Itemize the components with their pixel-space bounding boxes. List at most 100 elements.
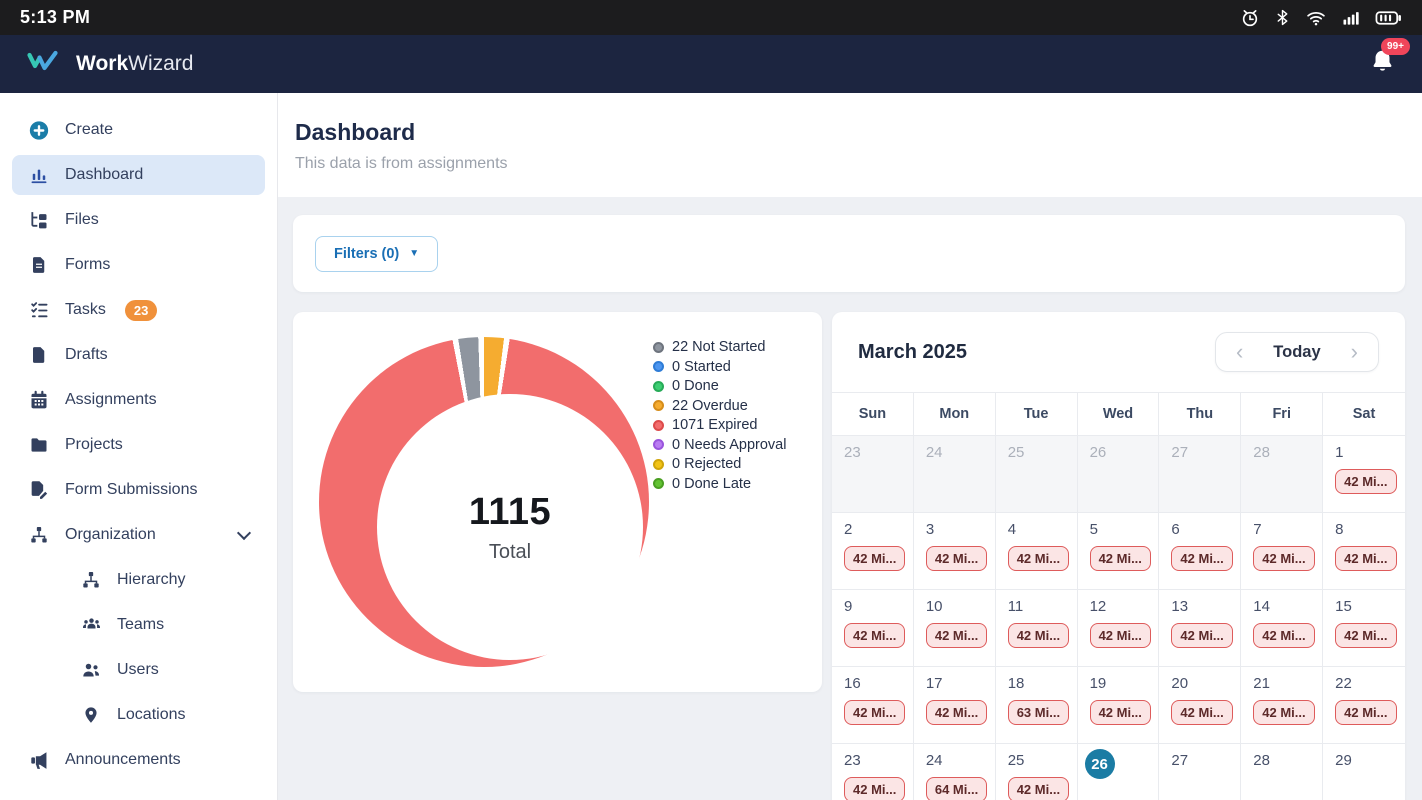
- calendar-day-cell[interactable]: 23: [832, 436, 914, 513]
- calendar-day-cell[interactable]: 10 42 Mi...: [913, 590, 996, 667]
- event-badge[interactable]: 42 Mi...: [844, 546, 906, 571]
- sidebar-item-teams[interactable]: Teams: [64, 605, 265, 645]
- calendar-day-cell[interactable]: 25: [995, 436, 1078, 513]
- sidebar-item-users[interactable]: Users: [64, 650, 265, 690]
- calendar-day-cell[interactable]: 28: [1241, 744, 1324, 800]
- day-number: 27: [1171, 444, 1189, 461]
- sidebar-item-form-submissions[interactable]: Form Submissions: [12, 470, 265, 510]
- calendar-day-cell[interactable]: 25 42 Mi...: [995, 744, 1078, 800]
- day-number: 9: [844, 598, 853, 615]
- file-tree-icon: [28, 209, 50, 231]
- sidebar-item-label: Projects: [65, 436, 123, 453]
- event-badge[interactable]: 42 Mi...: [1171, 700, 1233, 725]
- sidebar-item-locations[interactable]: Locations: [64, 695, 265, 735]
- sidebar-item-organization[interactable]: Organization: [12, 515, 265, 555]
- selected-day[interactable]: 26: [1084, 749, 1115, 779]
- event-badge[interactable]: 42 Mi...: [1171, 623, 1233, 648]
- event-badge[interactable]: 42 Mi...: [844, 777, 906, 800]
- sidebar-item-label: Teams: [117, 616, 165, 633]
- sidebar-item-announcements[interactable]: Announcements: [12, 740, 265, 780]
- calendar-month-label: March 2025: [858, 340, 967, 363]
- calendar-day-cell[interactable]: 20 42 Mi...: [1159, 667, 1242, 744]
- event-badge[interactable]: 42 Mi...: [1253, 623, 1315, 648]
- dow-mon: Mon: [914, 393, 996, 435]
- calendar-day-cell[interactable]: 12 42 Mi...: [1077, 590, 1160, 667]
- brand-name: WorkWizard: [76, 52, 194, 75]
- sidebar-item-hierarchy[interactable]: Hierarchy: [64, 560, 265, 600]
- event-badge[interactable]: 42 Mi...: [1007, 623, 1070, 648]
- sidebar-item-files[interactable]: Files: [12, 200, 265, 240]
- sidebar-item-drafts[interactable]: Drafts: [12, 335, 265, 375]
- calendar-day-cell[interactable]: 3 42 Mi...: [913, 513, 996, 590]
- event-badge[interactable]: 42 Mi...: [1007, 777, 1070, 800]
- calendar-day-cell[interactable]: 7 42 Mi...: [1241, 513, 1324, 590]
- event-badge[interactable]: 42 Mi...: [844, 700, 906, 725]
- event-badge[interactable]: 42 Mi...: [1335, 469, 1397, 494]
- event-badge[interactable]: 42 Mi...: [1007, 546, 1070, 571]
- calendar-day-cell[interactable]: 14 42 Mi...: [1241, 590, 1324, 667]
- event-badge[interactable]: 42 Mi...: [844, 623, 906, 648]
- next-month-button[interactable]: ›: [1335, 339, 1374, 365]
- today-button[interactable]: Today: [1259, 343, 1334, 362]
- calendar-day-cell[interactable]: 19 42 Mi...: [1077, 667, 1160, 744]
- sidebar-item-projects[interactable]: Projects: [12, 425, 265, 465]
- event-badge[interactable]: 42 Mi...: [1171, 546, 1233, 571]
- calendar-day-cell[interactable]: 8 42 Mi...: [1323, 513, 1405, 590]
- calendar-day-cell[interactable]: 9 42 Mi...: [832, 590, 914, 667]
- calendar-day-cell[interactable]: 13 42 Mi...: [1159, 590, 1242, 667]
- day-number: 23: [844, 444, 861, 461]
- calendar-day-cell[interactable]: 27: [1159, 436, 1242, 513]
- page-head: Dashboard This data is from assignments: [278, 93, 1422, 197]
- sidebar-item-create[interactable]: Create: [12, 110, 265, 150]
- calendar-day-cell[interactable]: 11 42 Mi...: [995, 590, 1078, 667]
- event-badge[interactable]: 42 Mi...: [925, 546, 988, 571]
- calendar-day-cell[interactable]: 29: [1323, 744, 1405, 800]
- event-badge[interactable]: 42 Mi...: [1089, 546, 1151, 571]
- legend-dot: [653, 380, 664, 392]
- sidebar-item-dashboard[interactable]: Dashboard: [12, 155, 265, 195]
- day-number: 25: [1007, 444, 1025, 461]
- event-badge[interactable]: 64 Mi...: [925, 777, 988, 800]
- event-badge[interactable]: 42 Mi...: [1335, 546, 1397, 571]
- donut-chart: 1115 Total: [319, 337, 649, 667]
- calendar-day-cell[interactable]: 15 42 Mi...: [1323, 590, 1405, 667]
- event-badge[interactable]: 42 Mi...: [1089, 700, 1151, 725]
- calendar-day-cell[interactable]: 16 42 Mi...: [832, 667, 914, 744]
- calendar-day-cell[interactable]: 27: [1159, 744, 1242, 800]
- event-badge[interactable]: 42 Mi...: [1253, 700, 1315, 725]
- event-badge[interactable]: 42 Mi...: [1253, 546, 1315, 571]
- calendar-day-cell[interactable]: 18 63 Mi...: [995, 667, 1078, 744]
- legend-dot: [653, 439, 664, 450]
- sidebar-item-tasks[interactable]: Tasks 23: [12, 290, 265, 330]
- calendar-day-cell[interactable]: 24 64 Mi...: [913, 744, 996, 800]
- calendar-day-cell[interactable]: 2 42 Mi...: [832, 513, 914, 590]
- sidebar-item-assignments[interactable]: Assignments: [12, 380, 265, 420]
- day-number: 17: [925, 675, 943, 692]
- day-number: 28: [1253, 444, 1270, 461]
- calendar-day-cell[interactable]: 23 42 Mi...: [832, 744, 914, 800]
- calendar-day-cell[interactable]: 1 42 Mi...: [1323, 436, 1405, 513]
- day-number: 6: [1171, 521, 1180, 538]
- calendar-day-cell[interactable]: 17 42 Mi...: [913, 667, 996, 744]
- event-badge[interactable]: 42 Mi...: [1335, 700, 1397, 725]
- wifi-icon: [1305, 8, 1327, 28]
- event-badge[interactable]: 42 Mi...: [1335, 623, 1397, 648]
- calendar-day-cell[interactable]: 5 42 Mi...: [1077, 513, 1160, 590]
- calendar-day-cell[interactable]: 4 42 Mi...: [995, 513, 1078, 590]
- filters-button[interactable]: Filters (0) ▼: [315, 235, 439, 272]
- location-pin-icon: [80, 704, 102, 726]
- notifications-button[interactable]: 99+: [1369, 38, 1410, 80]
- event-badge[interactable]: 42 Mi...: [925, 623, 988, 648]
- calendar-day-cell[interactable]: 26: [1077, 436, 1160, 513]
- sidebar-item-forms[interactable]: Forms: [12, 245, 265, 285]
- calendar-day-cell[interactable]: 6 42 Mi...: [1159, 513, 1242, 590]
- event-badge[interactable]: 42 Mi...: [1089, 623, 1151, 648]
- calendar-day-cell[interactable]: 21 42 Mi...: [1241, 667, 1324, 744]
- calendar-day-cell[interactable]: 22 42 Mi...: [1323, 667, 1405, 744]
- calendar-day-cell[interactable]: 24: [913, 436, 996, 513]
- event-badge[interactable]: 63 Mi...: [1007, 700, 1070, 725]
- calendar-day-cell[interactable]: 26: [1077, 744, 1160, 800]
- prev-month-button[interactable]: ‹: [1220, 339, 1259, 365]
- calendar-day-cell[interactable]: 28: [1241, 436, 1324, 513]
- event-badge[interactable]: 42 Mi...: [925, 700, 988, 725]
